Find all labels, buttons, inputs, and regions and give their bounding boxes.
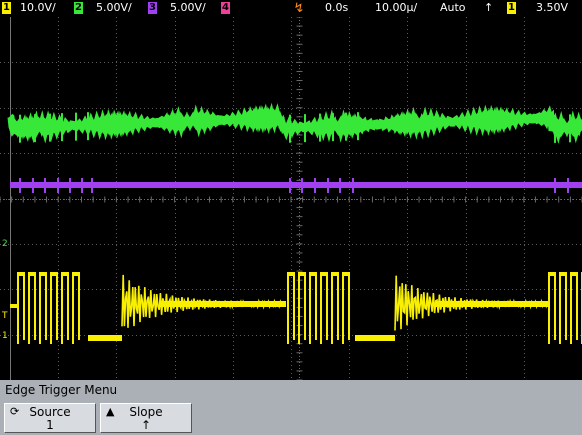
ch3-scale: 5.00V/ <box>170 1 206 14</box>
ch1-burst-b-edge <box>331 272 333 344</box>
ch1-burst-a-edge <box>39 272 41 344</box>
ch3-trace <box>10 182 582 188</box>
ch1-burst-a-fall <box>23 276 25 340</box>
ch1-burst-a-high <box>50 272 58 276</box>
ch1-burst-b-high <box>298 272 306 276</box>
ch1-settled-a <box>160 301 286 307</box>
ch1-burst-b-high <box>287 272 295 276</box>
softkey-bar: ⟳ Source 1 ▲ Slope ↑ <box>0 400 582 435</box>
ch2-indicator[interactable]: 2 <box>74 2 83 14</box>
ch1-burst-c-fall <box>565 276 567 340</box>
waveform-svg <box>0 17 582 380</box>
ch1-burst-b-high <box>331 272 339 276</box>
ch1-burst-c-edge <box>559 272 561 344</box>
ch2-scale: 5.00V/ <box>96 1 132 14</box>
trigger-slope-symbol: ↑ <box>484 1 494 14</box>
ch1-burst-a-edge <box>72 272 74 344</box>
ch1-burst-a-edge <box>50 272 52 344</box>
waveform-display: 2 T 1 <box>0 17 582 380</box>
ch1-burst-b-high <box>309 272 317 276</box>
ch1-burst-a-edge <box>61 272 63 344</box>
delay-value: 0.0s <box>325 1 349 14</box>
ch1-burst-c-high <box>559 272 567 276</box>
ch1-burst-b-high <box>320 272 328 276</box>
timebase-value: 10.00µ/ <box>375 1 418 14</box>
ch4-indicator[interactable]: 4 <box>221 2 230 14</box>
ch1-burst-b-fall <box>304 276 306 340</box>
ch1-settled-b <box>435 301 549 307</box>
triangle-up-icon: ▲ <box>106 405 115 418</box>
menu-title: Edge Trigger Menu <box>0 380 582 400</box>
slope-value: ↑ <box>140 418 152 432</box>
ch1-indicator[interactable]: 1 <box>2 2 11 14</box>
ch1-level <box>10 304 18 308</box>
trigger-level: 3.50V <box>536 1 569 14</box>
ch1-burst-c-edge <box>570 272 572 344</box>
ch1-burst-b-edge <box>309 272 311 344</box>
ch1-burst-c-fall <box>576 276 578 340</box>
ch1-burst-b-fall <box>326 276 328 340</box>
ch2-ground-marker: 2 <box>2 239 8 249</box>
ch1-burst-c-edge <box>548 272 550 344</box>
ch1-scale: 10.0V/ <box>20 1 56 14</box>
trigger-position-icon: ↯ <box>293 1 305 16</box>
ch1-burst-a-fall <box>45 276 47 340</box>
ch1-ground-marker: 1 <box>2 331 8 341</box>
status-bar: 1 10.0V/ 2 5.00V/ 3 5.00V/ 4 ↯ 0.0s 10.0… <box>0 0 582 17</box>
ch2-trace <box>7 102 582 144</box>
ch1-burst-a-high <box>72 272 80 276</box>
ch1-burst-b-edge <box>298 272 300 344</box>
ch1-trigger-marker: T <box>2 311 8 321</box>
ch1-burst-c-high <box>570 272 578 276</box>
ch1-burst-a-fall <box>67 276 69 340</box>
ch1-burst-b-fall <box>315 276 317 340</box>
trigger-source-indicator: 1 <box>507 2 516 14</box>
ch1-burst-b-fall <box>348 276 350 340</box>
ch1-burst-b-edge <box>287 272 289 344</box>
ch1-burst-a-fall <box>34 276 36 340</box>
ch1-burst-c-high <box>548 272 556 276</box>
ch1-burst-a-high <box>17 272 25 276</box>
ch1-burst-a-fall <box>56 276 58 340</box>
trigger-mode: Auto <box>440 1 466 14</box>
slope-softkey[interactable]: ▲ Slope ↑ <box>100 403 192 433</box>
ch1-burst-a-high <box>28 272 36 276</box>
ch1-burst-a-high <box>39 272 47 276</box>
rotate-knob-icon: ⟳ <box>10 405 20 418</box>
source-softkey[interactable]: ⟳ Source 1 <box>4 403 96 433</box>
ch1-low-b <box>355 335 395 341</box>
ch1-burst-a-high <box>61 272 69 276</box>
source-value: 1 <box>46 418 54 432</box>
ch1-burst-b-edge <box>320 272 322 344</box>
ch1-low <box>88 335 122 341</box>
ch1-burst-b-edge <box>342 272 344 344</box>
ch1-burst-b-fall <box>293 276 295 340</box>
ch3-indicator[interactable]: 3 <box>148 2 157 14</box>
ch1-burst-a-edge <box>28 272 30 344</box>
ch1-burst-c-fall <box>554 276 556 340</box>
ch1-burst-b-high <box>342 272 350 276</box>
ch1-burst-b-fall <box>337 276 339 340</box>
ch1-burst-a-fall <box>78 276 80 340</box>
